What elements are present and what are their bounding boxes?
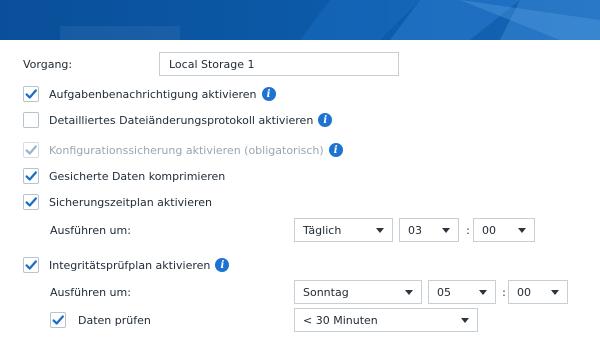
checkmark-icon — [25, 145, 37, 155]
checkmark-icon — [25, 197, 37, 207]
notify-option[interactable]: Aufgabenbenachrichtigung aktivieren i — [23, 83, 276, 105]
detailed-log-checkbox[interactable] — [23, 112, 39, 128]
integrity-option[interactable]: Integritätsprüfplan aktivieren i — [23, 254, 230, 276]
verify-duration-value: < 30 Minuten — [303, 313, 378, 327]
banner-graphic — [60, 0, 600, 40]
chevron-down-icon — [461, 317, 469, 323]
schedule-option[interactable]: Sicherungszeitplan aktivieren — [23, 191, 212, 213]
info-icon[interactable]: i — [215, 258, 230, 272]
schedule-checkbox[interactable] — [23, 194, 39, 210]
time-separator: : — [466, 223, 470, 237]
verify-duration-select[interactable]: < 30 Minuten — [294, 308, 478, 332]
schedule-minute-select[interactable]: 00 — [473, 218, 535, 242]
schedule-hour-select[interactable]: 03 — [399, 218, 459, 242]
checkmark-icon — [25, 171, 37, 181]
config-backup-checkbox — [23, 142, 39, 158]
integrity-hour-value: 05 — [437, 285, 451, 299]
integrity-frequency-select[interactable]: Sonntag — [294, 280, 422, 304]
info-icon[interactable]: i — [261, 87, 276, 101]
config-backup-label: Konfigurationssicherung aktivieren (obli… — [49, 143, 324, 157]
notify-label: Aufgabenbenachrichtigung aktivieren — [49, 87, 257, 101]
chevron-down-icon — [376, 227, 384, 233]
verify-option[interactable]: Daten prüfen — [50, 309, 151, 331]
integrity-minute-select[interactable]: 00 — [508, 280, 568, 304]
task-label: Vorgang: — [23, 57, 73, 71]
info-icon[interactable]: i — [318, 113, 333, 127]
task-row: Vorgang: — [23, 53, 72, 75]
task-name-field[interactable]: Local Storage 1 — [159, 52, 399, 76]
integrity-checkbox[interactable] — [23, 257, 39, 273]
compress-checkbox[interactable] — [23, 168, 39, 184]
schedule-run-row: Ausführen um: — [50, 219, 131, 241]
chevron-down-icon — [551, 289, 559, 295]
integrity-run-row: Ausführen um: — [50, 281, 131, 303]
header-banner — [0, 0, 600, 40]
integrity-frequency-value: Sonntag — [303, 285, 349, 299]
task-name-value: Local Storage 1 — [169, 57, 255, 71]
verify-checkbox[interactable] — [50, 312, 66, 328]
schedule-minute-value: 00 — [482, 223, 496, 237]
compress-label: Gesicherte Daten komprimieren — [49, 169, 226, 183]
schedule-run-label: Ausführen um: — [50, 223, 131, 237]
chevron-down-icon — [479, 289, 487, 295]
config-backup-option: Konfigurationssicherung aktivieren (obli… — [23, 139, 343, 161]
schedule-frequency-select[interactable]: Täglich — [294, 218, 393, 242]
integrity-minute-value: 00 — [517, 285, 531, 299]
integrity-run-label: Ausführen um: — [50, 285, 131, 299]
chevron-down-icon — [518, 227, 526, 233]
compress-option[interactable]: Gesicherte Daten komprimieren — [23, 165, 225, 187]
integrity-hour-select[interactable]: 05 — [428, 280, 496, 304]
schedule-frequency-value: Täglich — [303, 223, 342, 237]
checkmark-icon — [25, 89, 37, 99]
detailed-log-label: Detailliertes Dateiänderungsprotokoll ak… — [49, 113, 314, 127]
checkmark-icon — [25, 260, 37, 270]
verify-label: Daten prüfen — [78, 313, 151, 327]
detailed-log-option[interactable]: Detailliertes Dateiänderungsprotokoll ak… — [23, 109, 333, 131]
checkmark-icon — [52, 315, 64, 325]
schedule-hour-value: 03 — [408, 223, 422, 237]
chevron-down-icon — [405, 289, 413, 295]
info-icon[interactable]: i — [328, 143, 343, 157]
integrity-label: Integritätsprüfplan aktivieren — [49, 258, 211, 272]
schedule-label: Sicherungszeitplan aktivieren — [49, 195, 212, 209]
chevron-down-icon — [442, 227, 450, 233]
notify-checkbox[interactable] — [23, 86, 39, 102]
